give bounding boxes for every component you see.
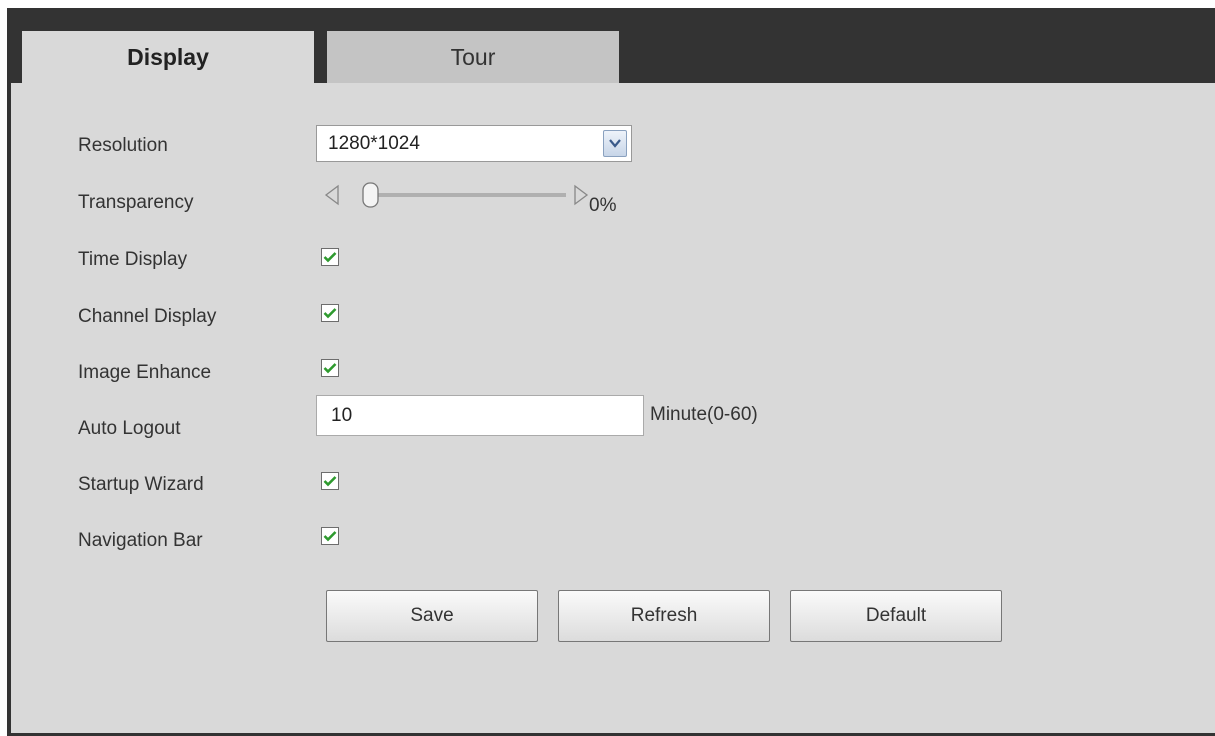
navigation-bar-label: Navigation Bar — [78, 530, 203, 551]
default-button[interactable]: Default — [790, 590, 1002, 642]
resolution-value: 1280*1024 — [328, 132, 420, 154]
tab-bar: Display Tour — [11, 8, 1215, 83]
startup-wizard-checkbox[interactable] — [321, 472, 339, 490]
save-button[interactable]: Save — [326, 590, 538, 642]
tab-display-label: Display — [127, 43, 209, 70]
slider-left-arrow-icon[interactable] — [324, 184, 339, 206]
checkmark-icon — [323, 363, 337, 374]
transparency-value: 0% — [589, 195, 617, 216]
refresh-button[interactable]: Refresh — [558, 590, 770, 642]
resolution-select[interactable]: 1280*1024 — [316, 125, 632, 162]
time-display-label: Time Display — [78, 249, 188, 270]
refresh-button-label: Refresh — [630, 605, 698, 626]
checkmark-icon — [323, 476, 337, 487]
tab-tour-label: Tour — [450, 43, 496, 70]
auto-logout-input[interactable] — [316, 395, 644, 436]
resolution-label: Resolution — [78, 135, 168, 156]
save-button-label: Save — [410, 605, 454, 626]
chevron-down-icon[interactable] — [603, 130, 627, 157]
slider-thumb[interactable] — [362, 182, 379, 208]
slider-track[interactable] — [366, 193, 566, 197]
slider-right-arrow-icon[interactable] — [574, 184, 589, 206]
checkmark-icon — [323, 308, 337, 319]
time-display-checkbox[interactable] — [321, 248, 339, 266]
tab-tour[interactable]: Tour — [327, 31, 619, 83]
auto-logout-label: Auto Logout — [78, 418, 181, 439]
image-enhance-checkbox[interactable] — [321, 359, 339, 377]
transparency-label: Transparency — [78, 192, 194, 213]
channel-display-label: Channel Display — [78, 306, 217, 327]
image-enhance-label: Image Enhance — [78, 362, 212, 383]
tab-display[interactable]: Display — [22, 31, 314, 83]
startup-wizard-label: Startup Wizard — [78, 474, 204, 495]
checkmark-icon — [323, 531, 337, 542]
channel-display-checkbox[interactable] — [321, 304, 339, 322]
auto-logout-unit: Minute(0-60) — [650, 404, 758, 425]
checkmark-icon — [323, 252, 337, 263]
default-button-label: Default — [865, 605, 927, 626]
navigation-bar-checkbox[interactable] — [321, 527, 339, 545]
